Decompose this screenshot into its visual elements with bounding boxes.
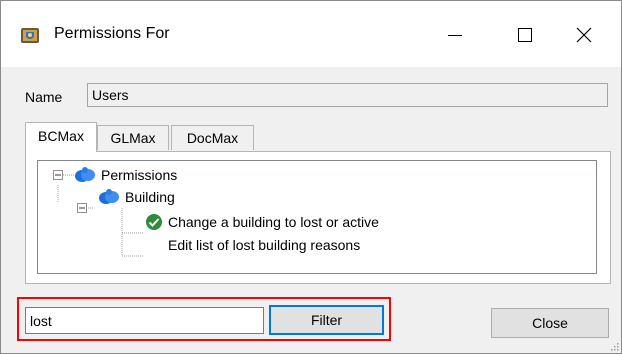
tree-leaf-label: Edit list of lost building reasons bbox=[168, 237, 361, 253]
close-icon bbox=[576, 27, 592, 43]
tab-glmax[interactable]: GLMax bbox=[97, 125, 169, 150]
tree-node-label: Building bbox=[125, 189, 175, 205]
green-check-icon bbox=[146, 214, 162, 230]
users-folder-icon bbox=[99, 189, 119, 204]
tree-leaf-edit-reasons[interactable]: Edit list of lost building reasons bbox=[168, 237, 360, 253]
window-title: Permissions For bbox=[54, 25, 170, 42]
users-folder-icon bbox=[75, 167, 95, 182]
close-window-button[interactable] bbox=[561, 11, 607, 59]
title-bar[interactable]: Permissions For bbox=[1, 1, 621, 67]
close-button[interactable]: Close bbox=[491, 308, 609, 338]
minimize-icon bbox=[448, 35, 462, 36]
permissions-dialog: Permissions For Name BCMax GLMax DocMax bbox=[0, 0, 622, 354]
tree-leaf-label: Change a building to lost or active bbox=[168, 214, 379, 230]
name-label: Name bbox=[25, 89, 63, 105]
tree-node-building[interactable]: Building bbox=[98, 188, 175, 206]
name-field[interactable] bbox=[87, 83, 608, 107]
resize-grip-icon[interactable] bbox=[609, 341, 619, 351]
minimize-button[interactable] bbox=[432, 11, 478, 59]
expand-toggle-icon[interactable] bbox=[77, 203, 87, 213]
tree-leaf-change-building[interactable]: Change a building to lost or active bbox=[145, 213, 379, 231]
permissions-tree[interactable]: Permissions Building Change a building t… bbox=[37, 160, 597, 274]
tab-docmax[interactable]: DocMax bbox=[171, 125, 254, 150]
maximize-icon bbox=[518, 28, 532, 42]
tab-panel-bcmax: Permissions Building Change a building t… bbox=[25, 151, 611, 284]
filter-button[interactable]: Filter bbox=[269, 305, 384, 335]
maximize-button[interactable] bbox=[502, 11, 548, 59]
tree-node-permissions[interactable]: Permissions bbox=[74, 166, 177, 184]
tab-bcmax[interactable]: BCMax bbox=[25, 122, 97, 152]
expand-toggle-icon[interactable] bbox=[53, 170, 63, 180]
app-shield-icon bbox=[21, 28, 39, 43]
tree-node-label: Permissions bbox=[101, 167, 178, 183]
filter-input[interactable] bbox=[25, 307, 264, 334]
